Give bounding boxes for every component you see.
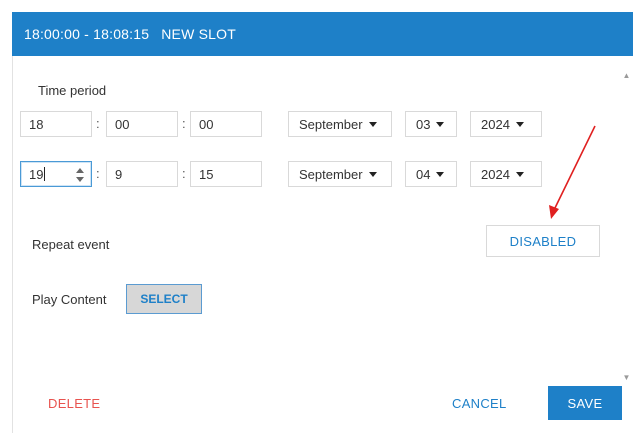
time-period-label: Time period bbox=[38, 83, 107, 98]
annotation-arrow-icon bbox=[549, 125, 596, 219]
repeat-disabled-button[interactable]: DISABLED bbox=[486, 225, 600, 257]
end-second-input[interactable]: 15 bbox=[190, 161, 262, 187]
spinner-icon[interactable] bbox=[75, 167, 85, 183]
colon-separator: : bbox=[182, 166, 186, 181]
colon-separator: : bbox=[96, 116, 100, 131]
start-day-value: 03 bbox=[416, 116, 431, 132]
end-year-value: 2024 bbox=[481, 166, 510, 182]
end-year-select[interactable]: 2024 bbox=[470, 161, 542, 187]
scroll-up-icon[interactable]: ▲ bbox=[620, 70, 633, 82]
chevron-down-icon bbox=[368, 171, 377, 177]
scrollbar[interactable]: ▲ ▼ bbox=[620, 70, 633, 384]
chevron-down-icon bbox=[436, 171, 445, 177]
select-content-button[interactable]: SELECT bbox=[126, 284, 202, 314]
text-cursor bbox=[44, 167, 46, 181]
end-minute-input[interactable]: 9 bbox=[106, 161, 178, 187]
start-month-value: September bbox=[299, 116, 363, 132]
header-title: NEW SLOT bbox=[161, 26, 236, 42]
end-month-value: September bbox=[299, 166, 363, 182]
colon-separator: : bbox=[182, 116, 186, 131]
end-month-select[interactable]: September bbox=[288, 161, 392, 187]
end-day-select[interactable]: 04 bbox=[405, 161, 457, 187]
save-button[interactable]: SAVE bbox=[548, 386, 622, 420]
chevron-down-icon bbox=[368, 121, 377, 127]
chevron-down-icon bbox=[436, 121, 445, 127]
top-strip bbox=[0, 0, 633, 12]
scroll-down-icon[interactable]: ▼ bbox=[620, 372, 633, 384]
start-day-select[interactable]: 03 bbox=[405, 111, 457, 137]
start-second-input[interactable]: 00 bbox=[190, 111, 262, 137]
play-content-label: Play Content bbox=[32, 292, 107, 307]
colon-separator: : bbox=[96, 166, 100, 181]
header-time-range: 18:00:00 - 18:08:15 bbox=[24, 26, 150, 42]
cancel-button[interactable]: CANCEL bbox=[452, 396, 507, 411]
dialog-border bbox=[12, 56, 13, 433]
start-minute-input[interactable]: 00 bbox=[106, 111, 178, 137]
repeat-event-label: Repeat event bbox=[32, 237, 110, 252]
chevron-down-icon bbox=[515, 121, 524, 127]
end-hour-input[interactable]: 19 bbox=[20, 161, 92, 187]
start-month-select[interactable]: September bbox=[288, 111, 392, 137]
end-day-value: 04 bbox=[416, 166, 431, 182]
delete-button[interactable]: DELETE bbox=[48, 396, 100, 411]
chevron-down-icon bbox=[515, 171, 524, 177]
start-year-select[interactable]: 2024 bbox=[470, 111, 542, 137]
dialog-header: 18:00:00 - 18:08:15 NEW SLOT bbox=[12, 12, 633, 56]
start-hour-input[interactable]: 18 bbox=[20, 111, 92, 137]
end-hour-value: 19 bbox=[29, 166, 44, 182]
start-year-value: 2024 bbox=[481, 116, 510, 132]
